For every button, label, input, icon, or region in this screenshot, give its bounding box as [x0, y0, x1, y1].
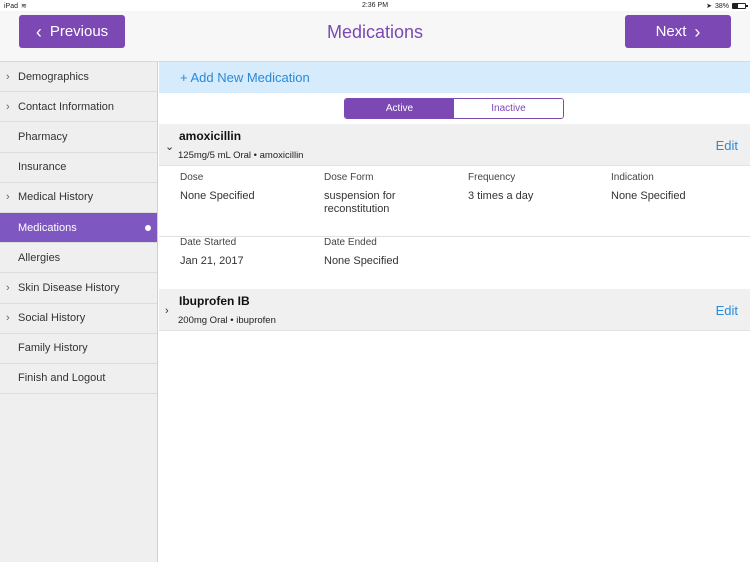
- sidebar-item-label: Skin Disease History: [18, 281, 120, 294]
- sidebar-item-finish-and-logout[interactable]: Finish and Logout: [0, 364, 157, 395]
- sidebar-item-medical-history[interactable]: › Medical History: [0, 183, 157, 213]
- sidebar-item-demographics[interactable]: › Demographics: [0, 62, 157, 93]
- sidebar-item-allergies[interactable]: Allergies: [0, 243, 157, 274]
- sidebar: › Demographics › Contact Information Pha…: [0, 62, 158, 562]
- details-row: Dose None Specified Dose Form suspension…: [159, 172, 750, 237]
- date-started-cell: Date Started Jan 21, 2017: [180, 237, 315, 268]
- chevron-right-icon: ›: [694, 21, 701, 42]
- medication-details: Dose None Specified Dose Form suspension…: [159, 172, 750, 302]
- sidebar-item-label: Family History: [18, 342, 88, 355]
- medication-summary: 125mg/5 mL Oral • amoxicillin: [178, 150, 304, 161]
- frequency-cell: Frequency 3 times a day: [468, 172, 603, 203]
- indication-cell: Indication None Specified: [611, 172, 746, 203]
- active-dot-icon: [145, 224, 151, 231]
- dose-label: Dose: [180, 172, 204, 183]
- medication-name: Ibuprofen IB: [179, 294, 250, 308]
- chevron-right-icon: ›: [6, 191, 10, 204]
- next-button[interactable]: Next ›: [625, 15, 731, 48]
- sidebar-item-label: Social History: [18, 312, 86, 325]
- navigation-bar: ‹ Previous Medications Next ›: [0, 11, 750, 62]
- next-label: Next: [655, 23, 687, 40]
- chevron-right-icon: ›: [6, 281, 10, 294]
- frequency-value: 3 times a day: [468, 190, 534, 202]
- sidebar-item-contact-information[interactable]: › Contact Information: [0, 92, 157, 123]
- status-right: ➤ 38%: [706, 2, 748, 10]
- chevron-right-icon[interactable]: ›: [165, 305, 169, 317]
- edit-button[interactable]: Edit: [716, 303, 738, 318]
- chevron-right-icon: ›: [6, 70, 10, 83]
- medication-row[interactable]: ⌄ amoxicillin 125mg/5 mL Oral • amoxicil…: [159, 124, 750, 166]
- date-started-value: Jan 21, 2017: [180, 255, 244, 267]
- sidebar-item-label: Contact Information: [18, 100, 114, 113]
- status-segmented-control: Active Inactive: [344, 98, 564, 119]
- date-ended-value: None Specified: [324, 255, 399, 267]
- dose-form-cell: Dose Form suspension for reconstitution: [324, 172, 459, 216]
- frequency-label: Frequency: [468, 172, 516, 183]
- sidebar-item-label: Allergies: [18, 251, 61, 264]
- status-time: 2:36 PM: [361, 2, 389, 9]
- date-started-label: Date Started: [180, 237, 237, 248]
- segment-inactive[interactable]: Inactive: [454, 99, 563, 118]
- medication-summary: 200mg Oral • ibuprofen: [178, 315, 276, 326]
- sidebar-item-medications[interactable]: Medications: [0, 212, 157, 244]
- date-ended-label: Date Ended: [324, 237, 377, 248]
- sidebar-item-pharmacy[interactable]: Pharmacy: [0, 122, 157, 153]
- sidebar-item-skin-disease-history[interactable]: › Skin Disease History: [0, 273, 157, 304]
- edit-button[interactable]: Edit: [716, 138, 738, 153]
- chevron-right-icon: ›: [6, 312, 10, 325]
- sidebar-item-label: Finish and Logout: [18, 372, 106, 385]
- sidebar-item-family-history[interactable]: Family History: [0, 334, 157, 364]
- sidebar-item-social-history[interactable]: › Social History: [0, 304, 157, 334]
- battery-icon: [732, 3, 748, 9]
- chevron-down-icon[interactable]: ⌄: [165, 140, 174, 153]
- dose-cell: Dose None Specified: [180, 172, 315, 203]
- battery-percent: 38%: [714, 2, 729, 10]
- segment-active[interactable]: Active: [345, 99, 454, 118]
- dose-value: None Specified: [180, 190, 255, 202]
- indication-label: Indication: [611, 172, 654, 183]
- sidebar-item-label: Medical History: [18, 191, 94, 204]
- dose-form-value: suspension for reconstitution: [324, 190, 396, 216]
- medication-name: amoxicillin: [179, 129, 242, 143]
- medication-row[interactable]: › Ibuprofen IB 200mg Oral • ibuprofen Ed…: [159, 289, 750, 331]
- sidebar-item-label: Demographics: [18, 70, 89, 83]
- date-ended-cell: Date Ended None Specified: [324, 237, 459, 268]
- indication-value: None Specified: [611, 190, 686, 202]
- sidebar-item-label: Medications: [18, 221, 77, 234]
- sidebar-item-label: Insurance: [18, 161, 67, 174]
- location-icon: ➤: [706, 3, 712, 10]
- dose-form-label: Dose Form: [324, 172, 374, 183]
- main-content: + Add New Medication Active Inactive ⌄ a…: [159, 62, 750, 562]
- chevron-right-icon: ›: [6, 100, 10, 113]
- sidebar-item-label: Pharmacy: [18, 130, 68, 143]
- status-bar: iPad ≋ 2:36 PM ➤ 38%: [0, 0, 750, 11]
- sidebar-item-insurance[interactable]: Insurance: [0, 153, 157, 183]
- add-medication-button[interactable]: + Add New Medication: [159, 62, 750, 93]
